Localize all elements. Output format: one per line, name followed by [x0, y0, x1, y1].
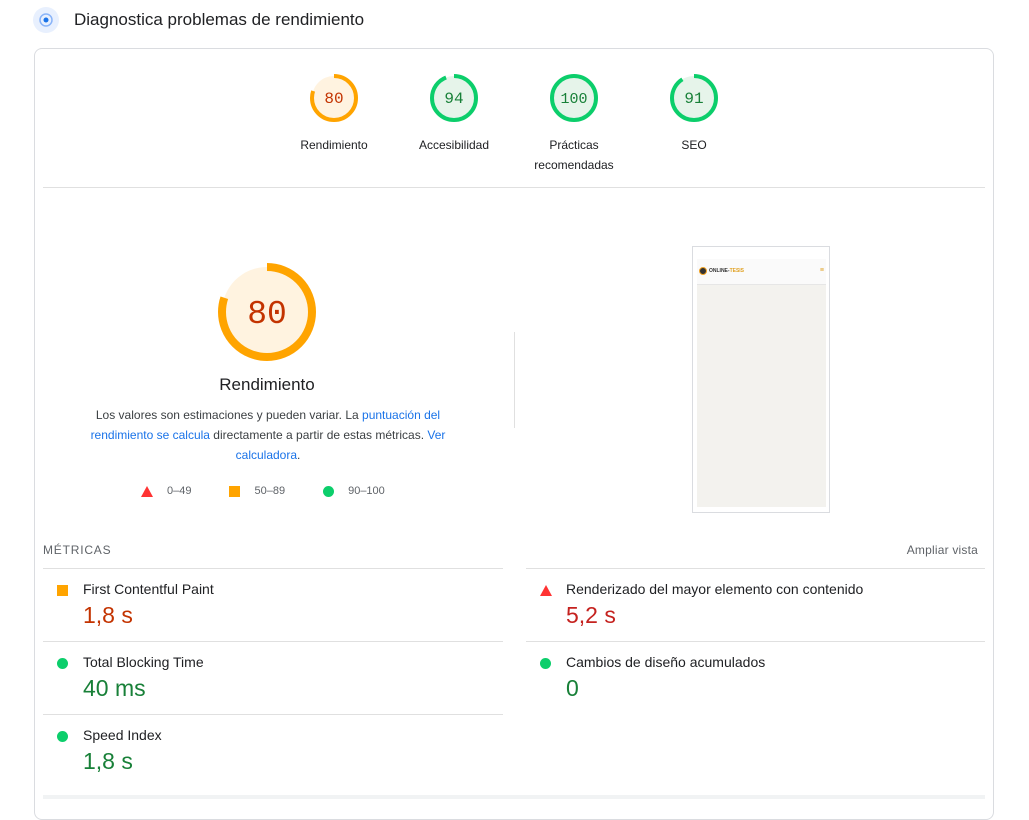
category-gauges: 80 Rendimiento 94 Accesibilidad 100 Prác…: [35, 49, 993, 189]
metric-tbt: Total Blocking Time 40 ms: [43, 641, 503, 713]
gauge-score: 94: [444, 90, 463, 108]
gauge-score: 80: [324, 90, 343, 108]
legend-pass: 90–100: [323, 485, 385, 497]
metric-label: Renderizado del mayor elemento con conte…: [566, 581, 864, 597]
metrics-title: MÉTRICAS: [43, 543, 112, 557]
logo-accent: TESIS: [729, 268, 745, 274]
logo-icon: [699, 267, 707, 275]
metric-lcp: Renderizado del mayor elemento con conte…: [526, 568, 985, 640]
metric-value: 1,8 s: [83, 748, 133, 774]
metric-label: Total Blocking Time: [83, 654, 204, 670]
circle-icon: [540, 658, 551, 669]
circle-icon: [323, 485, 335, 497]
screenshot-navbar: ONLINE- TESIS ≡: [697, 259, 826, 285]
score-description: Los valores son estimaciones y pueden va…: [83, 405, 453, 465]
metric-fcp: First Contentful Paint 1,8 s: [43, 568, 503, 640]
metric-label: Speed Index: [83, 727, 162, 743]
divider: [43, 187, 985, 188]
screenshot-content: ONLINE- TESIS ≡: [697, 259, 826, 507]
page-screenshot[interactable]: ONLINE- TESIS ≡: [692, 246, 830, 513]
gauge-label: SEO: [681, 138, 707, 152]
metric-speed-index: Speed Index 1,8 s: [43, 714, 503, 786]
main-score-title: Rendimiento: [219, 375, 315, 394]
circle-icon: [57, 658, 68, 669]
square-icon: [229, 485, 241, 497]
gauge-ring: 100: [550, 74, 598, 122]
site-logo: ONLINE- TESIS: [699, 267, 744, 275]
score-legend: 0–49 50–89 90–100: [141, 485, 423, 497]
section-header: Diagnostica problemas de rendimiento: [33, 6, 364, 34]
gauge-ring: 94: [430, 74, 478, 122]
legend-average: 50–89: [229, 485, 285, 497]
section-title: Diagnostica problemas de rendimiento: [74, 10, 365, 29]
metric-cls: Cambios de diseño acumulados 0: [526, 641, 985, 713]
triangle-icon: [141, 485, 153, 497]
gauge-accessibility[interactable]: 94 Accesibilidad: [394, 73, 514, 155]
metric-value: 1,8 s: [83, 602, 133, 628]
gauge-performance[interactable]: 80 Rendimiento: [274, 73, 394, 155]
menu-icon: ≡: [819, 267, 824, 274]
metric-value: 5,2 s: [566, 602, 616, 628]
expand-view-toggle[interactable]: Ampliar vista: [907, 543, 978, 557]
gauge-ring: 80: [310, 74, 358, 122]
logo-text: ONLINE-: [709, 268, 730, 274]
metric-label: Cambios de diseño acumulados: [566, 654, 766, 670]
bottom-strip: [43, 795, 985, 799]
metric-value: 0: [566, 675, 579, 701]
gauge-ring: 91: [670, 74, 718, 122]
square-icon: [57, 585, 68, 596]
desc-text: directamente a partir de estas métricas.: [209, 428, 428, 442]
vertical-divider: [514, 332, 515, 428]
report-card: 80 Rendimiento 94 Accesibilidad 100 Prác…: [34, 48, 994, 820]
metric-label: First Contentful Paint: [83, 581, 214, 597]
gauge-label: Rendimiento: [300, 138, 368, 152]
metric-value: 40 ms: [83, 675, 146, 701]
gauge-score: 91: [684, 90, 703, 108]
legend-range: 50–89: [254, 485, 286, 497]
legend-range: 0–49: [167, 485, 192, 497]
gauge-score: 100: [560, 91, 587, 108]
triangle-icon: [540, 585, 552, 596]
main-gauge: 80: [218, 263, 316, 361]
gauge-seo[interactable]: 91 SEO: [634, 73, 754, 155]
gauge-best-practices[interactable]: 100 Prácticas recomendadas: [514, 73, 634, 175]
legend-range: 90–100: [348, 485, 385, 497]
legend-fail: 0–49: [141, 485, 191, 497]
main-score: 80: [247, 296, 287, 333]
gauge-label: Prácticas recomendadas: [534, 138, 614, 172]
desc-text: Los valores son estimaciones y pueden va…: [95, 408, 363, 422]
desc-text: .: [297, 448, 301, 462]
circle-icon: [57, 731, 68, 742]
gauge-label: Accesibilidad: [418, 138, 490, 152]
lighthouse-icon: [33, 7, 59, 33]
